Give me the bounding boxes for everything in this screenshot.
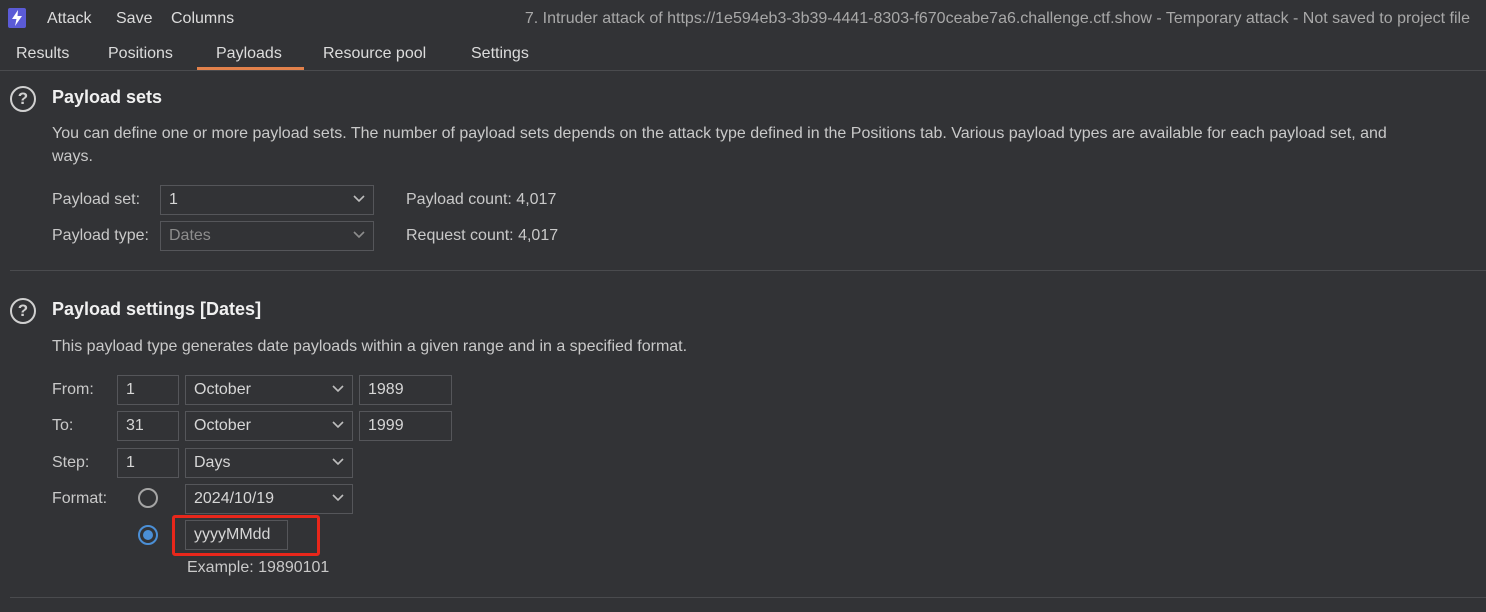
from-label: From: [52, 381, 94, 398]
format-example: Example: 19890101 [187, 559, 330, 576]
tabs-divider [0, 70, 1486, 71]
chevron-down-icon [332, 421, 344, 429]
from-month-select[interactable]: October [185, 375, 353, 405]
payload-sets-description-line2: ways. [52, 148, 93, 165]
help-icon[interactable]: ? [10, 86, 36, 112]
tab-settings[interactable]: Settings [471, 45, 529, 63]
chevron-down-icon [353, 231, 365, 239]
payload-settings-description: This payload type generates date payload… [52, 338, 688, 355]
request-count: Request count: 4,017 [406, 227, 559, 244]
format-preset-radio[interactable] [138, 488, 158, 508]
payload-type-select[interactable]: Dates [160, 221, 374, 251]
tab-payloads[interactable]: Payloads [216, 45, 282, 63]
window-title: 7. Intruder attack of https://1e594eb3-3… [524, 10, 1470, 27]
from-year-input[interactable]: 1989 [359, 375, 452, 405]
format-preset-select[interactable]: 2024/10/19 [185, 484, 353, 514]
annotation-highlight-box [172, 515, 320, 556]
payload-type-value: Dates [169, 227, 211, 244]
step-label: Step: [52, 454, 90, 471]
section-divider [10, 270, 1486, 271]
chevron-down-icon [332, 458, 344, 466]
payload-type-label: Payload type: [52, 227, 149, 244]
section-divider-bottom [10, 597, 1486, 598]
to-month-value: October [194, 417, 251, 434]
payload-settings-title: Payload settings [Dates] [52, 299, 262, 319]
format-label: Format: [52, 490, 108, 507]
step-unit-select[interactable]: Days [185, 448, 353, 478]
menu-bar: Attack Save Columns 7. Intruder attack o… [0, 0, 1486, 38]
from-month-value: October [194, 381, 251, 398]
menu-save[interactable]: Save [116, 10, 152, 28]
step-unit-value: Days [194, 454, 231, 471]
step-input[interactable]: 1 [117, 448, 179, 478]
format-custom-radio[interactable] [138, 525, 158, 545]
payload-sets-description-line1: You can define one or more payload sets.… [52, 125, 1387, 142]
to-year-input[interactable]: 1999 [359, 411, 452, 441]
tab-resource-pool[interactable]: Resource pool [323, 45, 426, 63]
payload-sets-title: Payload sets [52, 87, 163, 107]
menu-columns[interactable]: Columns [171, 10, 234, 28]
help-icon[interactable]: ? [10, 298, 36, 324]
payload-set-value: 1 [169, 191, 178, 208]
to-month-select[interactable]: October [185, 411, 353, 441]
chevron-down-icon [332, 494, 344, 502]
payload-set-label: Payload set: [52, 191, 141, 208]
burp-app-icon [8, 8, 26, 28]
payload-count: Payload count: 4,017 [406, 191, 557, 208]
format-preset-value: 2024/10/19 [194, 490, 275, 507]
menu-attack[interactable]: Attack [47, 10, 91, 28]
to-label: To: [52, 417, 74, 434]
payload-set-select[interactable]: 1 [160, 185, 374, 215]
to-day-input[interactable]: 31 [117, 411, 179, 441]
chevron-down-icon [332, 385, 344, 393]
tab-results[interactable]: Results [16, 45, 69, 63]
tab-positions[interactable]: Positions [108, 45, 173, 63]
from-day-input[interactable]: 1 [117, 375, 179, 405]
chevron-down-icon [353, 195, 365, 203]
